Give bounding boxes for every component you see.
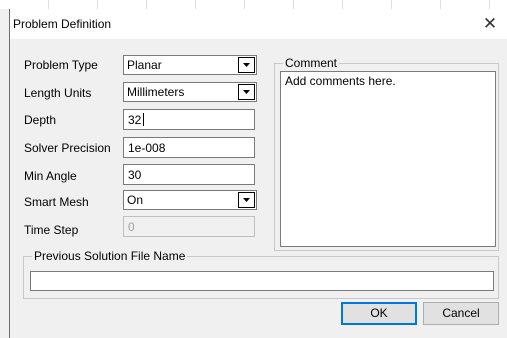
comment-textarea[interactable]: Add comments here. xyxy=(280,71,496,247)
depth-value: 32 xyxy=(128,113,142,127)
comment-text: Add comments here. xyxy=(285,74,396,88)
min-angle-label: Min Angle xyxy=(24,169,77,183)
text-caret xyxy=(143,113,144,126)
solver-precision-input[interactable]: 1e-008 xyxy=(123,137,255,158)
length-units-select[interactable]: Millimeters xyxy=(123,82,257,102)
smart-mesh-label: Smart Mesh xyxy=(24,195,89,209)
smart-mesh-value: On xyxy=(127,193,144,207)
problem-type-label: Problem Type xyxy=(24,58,98,72)
previous-solution-label: Previous Solution File Name xyxy=(32,249,188,263)
depth-label: Depth xyxy=(24,113,57,127)
time-step-input: 0 xyxy=(123,216,255,237)
depth-input[interactable]: 32 xyxy=(123,109,255,130)
chevron-down-icon[interactable] xyxy=(238,57,255,73)
background-ruler xyxy=(0,0,507,9)
problem-definition-dialog: Problem Definition ✕ Problem Type Planar… xyxy=(9,9,507,338)
dialog-title: Problem Definition xyxy=(13,17,112,31)
length-units-value: Millimeters xyxy=(127,85,185,99)
length-units-label: Length Units xyxy=(24,86,92,100)
solver-precision-value: 1e-008 xyxy=(128,141,166,155)
title-bar[interactable]: Problem Definition ✕ xyxy=(10,9,507,39)
time-step-value: 0 xyxy=(128,220,135,234)
close-icon[interactable]: ✕ xyxy=(479,13,501,35)
previous-solution-input[interactable] xyxy=(30,271,494,291)
problem-type-value: Planar xyxy=(127,58,162,72)
chevron-down-icon[interactable] xyxy=(238,192,255,208)
ok-button[interactable]: OK xyxy=(341,302,417,325)
min-angle-value: 30 xyxy=(128,168,142,182)
time-step-label: Time Step xyxy=(24,223,79,237)
chevron-down-icon[interactable] xyxy=(238,84,255,100)
comment-group-label: Comment xyxy=(283,56,340,70)
smart-mesh-select[interactable]: On xyxy=(123,190,257,210)
solver-precision-label: Solver Precision xyxy=(24,141,111,155)
min-angle-input[interactable]: 30 xyxy=(123,164,255,185)
cancel-button[interactable]: Cancel xyxy=(423,302,499,325)
problem-type-select[interactable]: Planar xyxy=(123,55,257,75)
